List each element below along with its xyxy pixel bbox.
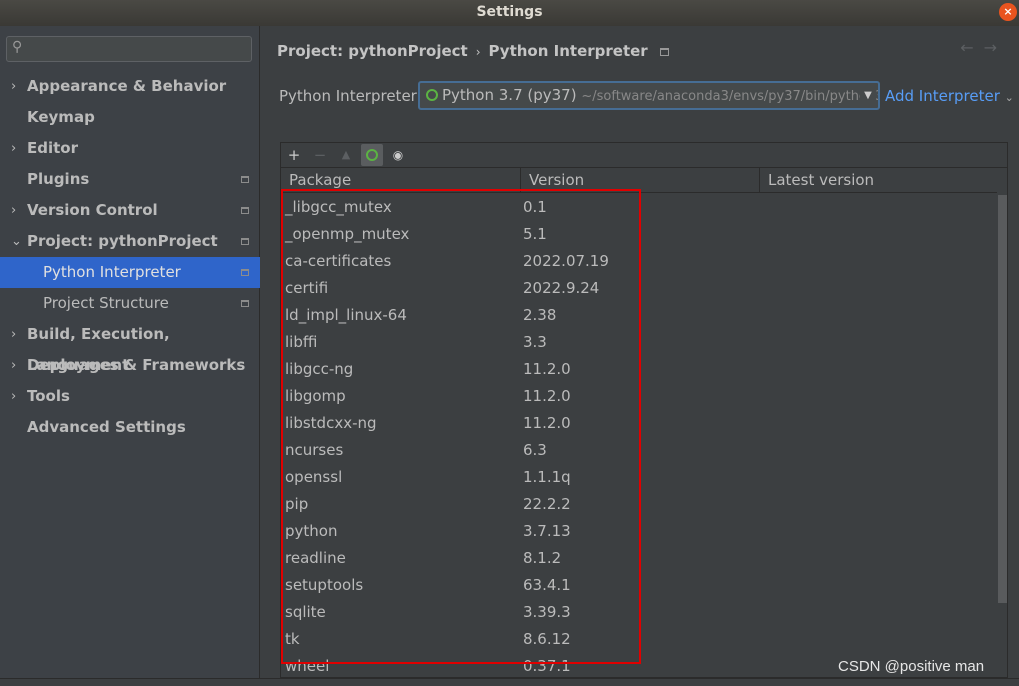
sidebar-item-label: Advanced Settings — [27, 418, 186, 436]
packages-toolbar: + − ▲ ◉ — [281, 143, 1007, 168]
chevron-down-icon[interactable]: ⌄ — [11, 226, 22, 257]
chevron-right-icon[interactable]: › — [11, 71, 16, 102]
add-package-button[interactable]: + — [283, 144, 305, 166]
project-scope-icon — [241, 238, 249, 245]
highlight-box — [281, 189, 641, 664]
refresh-button[interactable] — [361, 144, 383, 166]
interpreter-label: Python Interpreter: — [279, 87, 422, 105]
dropdown-arrow-icon: ▼ — [860, 83, 876, 108]
watermark: CSDN @positive man — [838, 658, 985, 675]
sidebar-item-label: Keymap — [27, 108, 95, 126]
settings-search-input[interactable]: ⚲ — [6, 36, 252, 62]
sidebar-item-tools[interactable]: › Tools — [0, 381, 260, 412]
sidebar-item-label: Editor — [27, 139, 78, 157]
table-scrollbar[interactable] — [998, 193, 1007, 677]
add-interpreter-label: Add Interpreter — [885, 87, 1000, 105]
loading-icon — [366, 149, 378, 161]
column-header-latest-version[interactable]: Latest version — [760, 168, 997, 193]
sidebar: ⚲ › Appearance & Behavior Keymap › Editor Plu… — [0, 26, 260, 686]
search-icon: ⚲ — [12, 39, 23, 55]
breadcrumb-parent[interactable]: Project: pythonProject — [277, 42, 468, 60]
sidebar-item-version-control[interactable]: › Version Control — [0, 195, 260, 226]
interpreter-name: Python 3.7 (py37) — [442, 86, 577, 104]
back-arrow-icon[interactable]: ← — [960, 38, 983, 57]
remove-package-button[interactable]: − — [309, 144, 331, 166]
sidebar-item-plugins[interactable]: Plugins — [0, 164, 260, 195]
show-early-releases-icon[interactable]: ◉ — [387, 144, 409, 166]
chevron-down-icon: ⌄ — [1004, 91, 1014, 104]
sidebar-item-label: Version Control — [27, 201, 158, 219]
chevron-right-icon[interactable]: › — [11, 133, 16, 164]
chevron-right-icon[interactable]: › — [11, 319, 16, 350]
chevron-right-icon[interactable]: › — [11, 381, 16, 412]
chevron-right-icon[interactable]: › — [11, 195, 16, 226]
sidebar-item-label: Appearance & Behavior — [27, 77, 227, 95]
sidebar-item-label: Project: pythonProject — [27, 232, 218, 250]
sidebar-item-project-pythonproject[interactable]: ⌄ Project: pythonProject — [0, 226, 260, 257]
chevron-right-icon: › — [475, 45, 481, 59]
close-button[interactable]: × — [999, 3, 1017, 21]
sidebar-item-keymap[interactable]: Keymap — [0, 102, 260, 133]
sidebar-item-label: Python Interpreter — [43, 263, 181, 281]
window-title: Settings — [476, 4, 543, 20]
breadcrumb: Project: pythonProject › Python Interprete… — [277, 42, 669, 60]
sidebar-item-python-interpreter[interactable]: Python Interpreter — [0, 257, 260, 288]
upgrade-package-button[interactable]: ▲ — [335, 144, 357, 166]
scrollbar-thumb[interactable] — [998, 195, 1007, 603]
python-status-icon — [426, 89, 438, 101]
sidebar-item-languages-frameworks[interactable]: › Languages & Frameworks — [0, 350, 260, 381]
add-interpreter-link[interactable]: Add Interpreter ⌄ — [885, 87, 1014, 105]
title-bar: Settings × — [0, 0, 1019, 26]
project-scope-icon — [241, 300, 249, 307]
sidebar-item-project-structure[interactable]: Project Structure — [0, 288, 260, 319]
sidebar-item-label: Tools — [27, 387, 70, 405]
project-scope-icon — [241, 176, 249, 183]
dialog-footer — [0, 678, 1019, 686]
forward-arrow-icon[interactable]: → — [984, 38, 1007, 57]
project-scope-icon — [241, 269, 249, 276]
sidebar-item-label: Plugins — [27, 170, 90, 188]
chevron-right-icon[interactable]: › — [11, 350, 16, 381]
sidebar-item-editor[interactable]: › Editor — [0, 133, 260, 164]
sidebar-item-appearance-behavior[interactable]: › Appearance & Behavior — [0, 71, 260, 102]
project-scope-icon — [241, 207, 249, 214]
sidebar-item-label: Project Structure — [43, 294, 169, 312]
project-scope-icon — [659, 48, 669, 56]
interpreter-path: ~/software/anaconda3/envs/py37/bin/pytho… — [581, 89, 880, 104]
sidebar-item-build-execution-deployment[interactable]: › Build, Execution, Deployment — [0, 319, 260, 374]
interpreter-dropdown[interactable]: Python 3.7 (py37) ~/software/anaconda3/e… — [418, 81, 880, 110]
sidebar-item-label: Languages & Frameworks — [27, 356, 246, 374]
breadcrumb-current: Python Interpreter — [488, 42, 648, 60]
sidebar-item-advanced-settings[interactable]: Advanced Settings — [0, 412, 260, 443]
